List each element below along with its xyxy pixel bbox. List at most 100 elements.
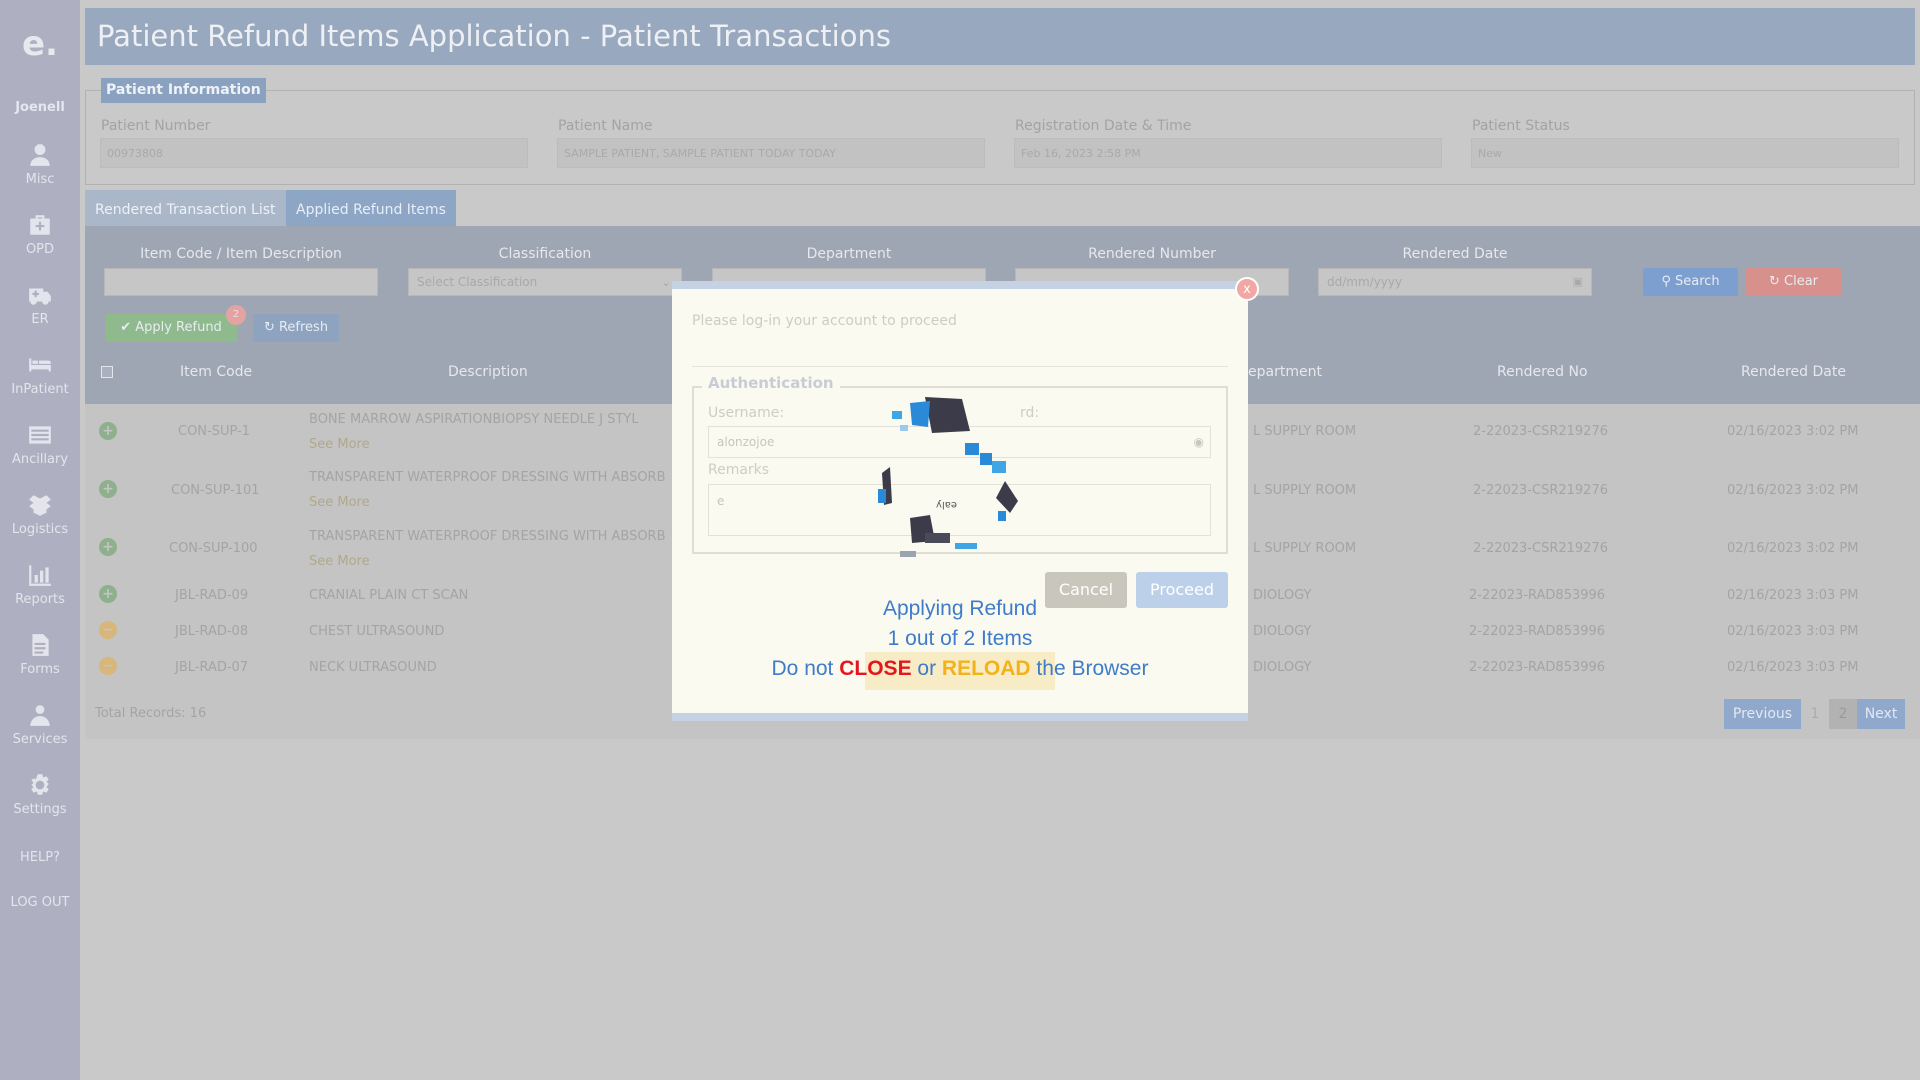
header-item-code: Item Code [180, 364, 253, 380]
remove-item-icon[interactable]: − [99, 657, 117, 675]
add-item-icon[interactable]: + [99, 585, 117, 603]
registration-date-label: Registration Date & Time [1015, 118, 1192, 134]
table-cell-code: CON-SUP-101 [171, 483, 260, 498]
classification-filter-label: Classification [498, 246, 592, 262]
list-icon [27, 422, 53, 448]
table-cell-code: JBL-RAD-09 [175, 588, 249, 603]
refresh-icon: ↻ [1768, 274, 1785, 289]
remove-item-icon[interactable]: − [99, 621, 117, 639]
search-icon: ⚲ [1661, 274, 1675, 289]
sidebar-item-services[interactable]: Services [0, 702, 80, 747]
table-cell-code: CON-SUP-1 [178, 424, 251, 439]
sidebar-item-forms[interactable]: Forms [0, 632, 80, 677]
loading-warning: Do not CLOSE or RELOAD the Browser [771, 657, 1149, 680]
header-rendered-no: Rendered No [1497, 364, 1588, 380]
username-value: alonzojoe [717, 435, 775, 449]
authentication-legend: Authentication [702, 374, 840, 392]
box-icon [27, 492, 53, 518]
sidebar-item-label: Forms [20, 662, 60, 677]
tab-rendered-transaction-list[interactable]: Rendered Transaction List [85, 190, 286, 226]
close-icon[interactable]: x [1235, 277, 1259, 301]
sidebar-item-logistics[interactable]: Logistics [0, 492, 80, 537]
loading-title: Applying Refund [882, 597, 1038, 620]
rendered-date-input[interactable]: dd/mm/yyyy ▣ [1318, 268, 1592, 296]
chevron-down-icon: ⌄ [660, 275, 671, 289]
department-filter-label: Department [806, 246, 892, 262]
rendered-number-filter-label: Rendered Number [1088, 246, 1216, 262]
sidebar-item-label: Ancillary [11, 452, 69, 467]
sidebar-item-ancillary[interactable]: Ancillary [0, 422, 80, 467]
sidebar-item-label: Misc [25, 172, 55, 187]
table-cell-department: DIOLOGY [1253, 624, 1312, 639]
user-icon [27, 142, 53, 168]
logout-link[interactable]: LOG OUT [0, 895, 80, 910]
table-cell-department: L SUPPLY ROOM [1253, 483, 1357, 498]
page-header: Patient Refund Items Application - Patie… [85, 8, 1915, 65]
services-icon [27, 702, 53, 728]
refresh-button[interactable]: ↻ Refresh [253, 314, 339, 342]
gear-icon [27, 772, 53, 798]
pager-page-2[interactable]: 2 [1829, 699, 1857, 729]
patient-number-label: Patient Number [101, 118, 211, 134]
classification-select-value: Select Classification [417, 275, 538, 289]
patient-info-legend: Patient Information [101, 78, 266, 103]
table-cell-department: L SUPPLY ROOM [1253, 541, 1357, 556]
table-cell-rendered-no: 2-22023-RAD853996 [1469, 624, 1606, 639]
add-item-icon[interactable]: + [99, 422, 117, 440]
sidebar-item-misc[interactable]: Misc [0, 142, 80, 187]
apply-refund-button[interactable]: ✔ Apply Refund [105, 314, 237, 342]
table-cell-rendered-date: 02/16/2023 3:03 PM [1727, 588, 1859, 603]
see-more-link[interactable]: See More [309, 495, 370, 510]
table-cell-description: TRANSPARENT WATERPROOF DRESSING WITH ABS… [309, 470, 666, 485]
add-item-icon[interactable]: + [99, 538, 117, 556]
sidebar-item-inpatient[interactable]: InPatient [0, 352, 80, 397]
table-cell-description: TRANSPARENT WATERPROOF DRESSING WITH ABS… [309, 529, 666, 544]
table-cell-rendered-date: 02/16/2023 3:02 PM [1727, 483, 1859, 498]
remarks-value: e [717, 494, 725, 508]
help-link[interactable]: HELP? [0, 850, 80, 865]
bar-chart-icon [27, 562, 53, 588]
pager-previous[interactable]: Previous [1724, 699, 1801, 729]
clear-button[interactable]: ↻ Clear [1746, 268, 1841, 296]
add-item-icon[interactable]: + [99, 480, 117, 498]
modal-divider [692, 366, 1228, 367]
username-label: Username: [708, 405, 785, 421]
item-code-filter-label: Item Code / Item Description [140, 246, 342, 262]
sidebar: e. Joenell Misc OPD ER InPatient Ancilla… [0, 0, 80, 1080]
header-rendered-date: Rendered Date [1741, 364, 1846, 380]
see-more-link[interactable]: See More [309, 437, 370, 452]
sidebar-item-opd[interactable]: OPD [0, 212, 80, 257]
pager-next[interactable]: Next [1857, 699, 1905, 729]
patient-name-field: SAMPLE PATIENT, SAMPLE PATIENT TODAY TOD… [557, 138, 985, 168]
tab-applied-refund-items[interactable]: Applied Refund Items [286, 190, 456, 226]
table-cell-department: L SUPPLY ROOM [1253, 424, 1357, 439]
sidebar-item-settings[interactable]: Settings [0, 772, 80, 817]
table-cell-rendered-no: 2-22023-CSR219276 [1473, 483, 1608, 498]
table-cell-department: DIOLOGY [1253, 660, 1312, 675]
loader-caption: ealy [936, 499, 957, 510]
patient-status-field: New [1471, 138, 1899, 168]
table-cell-rendered-date: 02/16/2023 3:02 PM [1727, 541, 1859, 556]
sidebar-item-label: Settings [13, 802, 67, 817]
table-cell-code: CON-SUP-100 [169, 541, 258, 556]
loading-progress: 1 out of 2 Items [887, 627, 1033, 650]
bed-icon [27, 352, 53, 378]
sidebar-item-er[interactable]: ER [0, 282, 80, 327]
table-cell-description: CRANIAL PLAIN CT SCAN [309, 588, 469, 603]
sidebar-item-label: Logistics [11, 522, 69, 537]
item-code-filter-input[interactable] [104, 268, 378, 296]
sidebar-item-reports[interactable]: Reports [0, 562, 80, 607]
table-cell-department: DIOLOGY [1253, 588, 1312, 603]
table-cell-description: BONE MARROW ASPIRATIONBIOPSY NEEDLE J ST… [309, 412, 639, 427]
see-more-link[interactable]: See More [309, 554, 370, 569]
warning-reload-word: RELOAD [941, 657, 1031, 680]
sidebar-item-label: ER [31, 312, 49, 327]
classification-select[interactable]: Select Classification ⌄ [408, 268, 682, 296]
sidebar-item-label: Services [12, 732, 68, 747]
check-icon: ✔ [120, 320, 136, 335]
table-cell-rendered-date: 02/16/2023 3:03 PM [1727, 660, 1859, 675]
search-button[interactable]: ⚲ Search [1643, 268, 1738, 296]
eye-icon[interactable]: ◉ [1194, 427, 1204, 457]
pager-page-1[interactable]: 1 [1801, 699, 1829, 729]
select-all-checkbox[interactable] [101, 366, 113, 378]
